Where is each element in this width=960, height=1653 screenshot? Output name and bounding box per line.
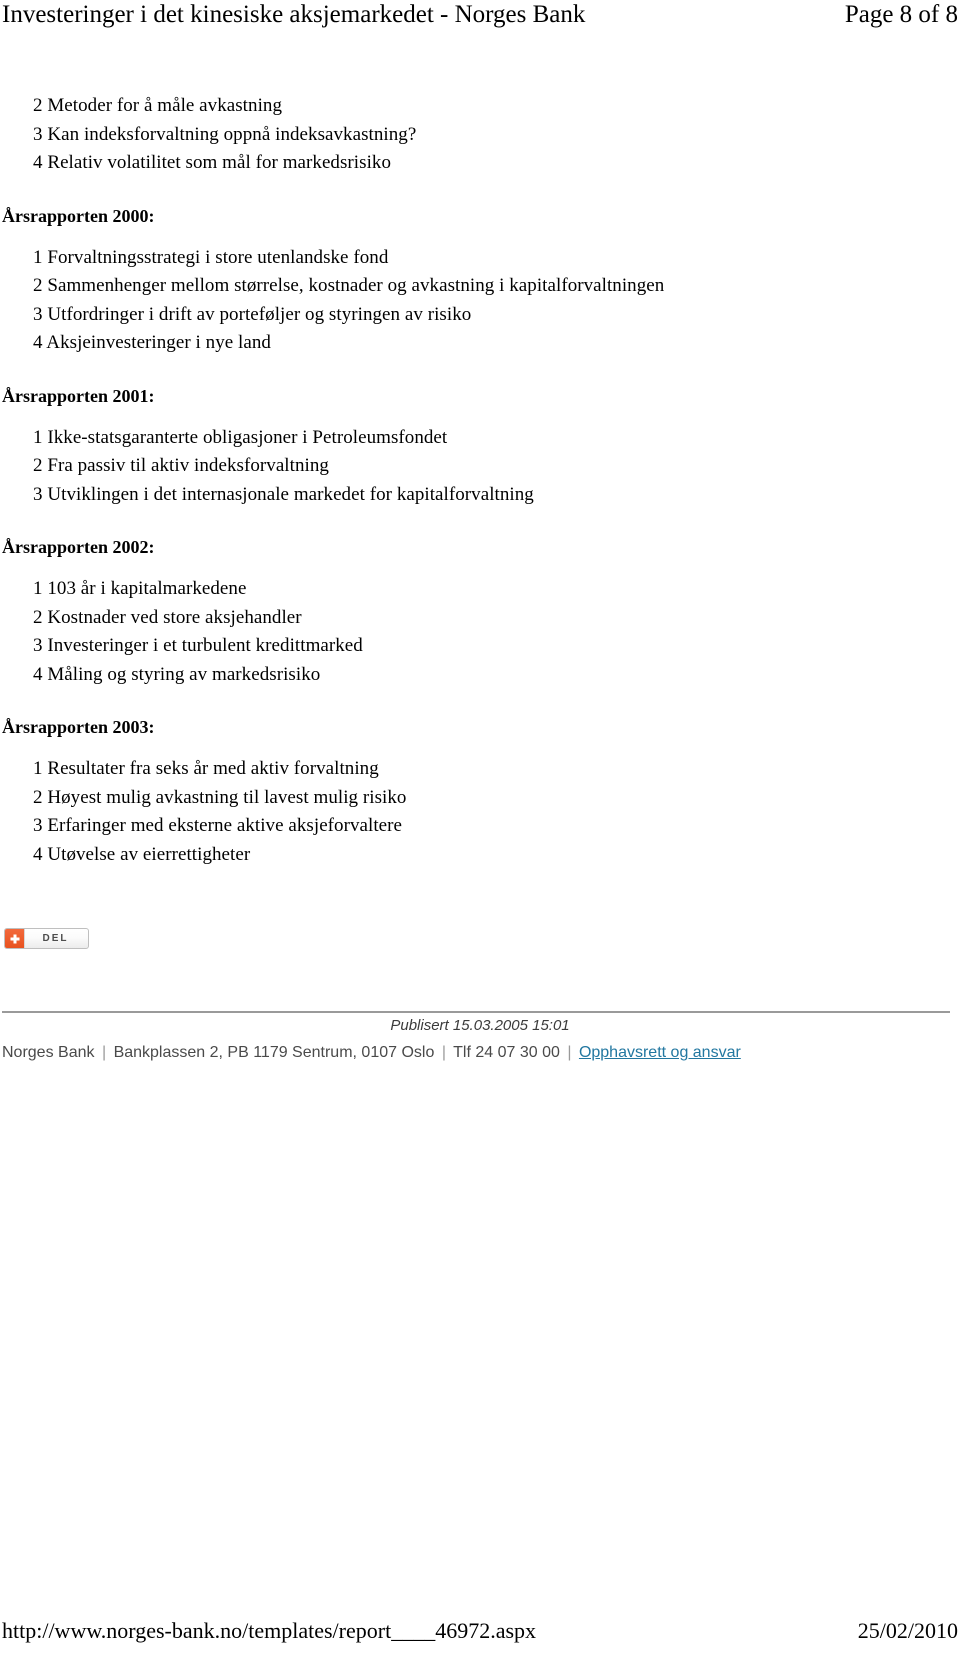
list-item[interactable]: 3 Erfaringer med eksterne aktive aksjefo…: [0, 812, 960, 841]
list-item[interactable]: 4 Utøvelse av eierrettigheter: [0, 841, 960, 870]
section-list-2003: 1 Resultater fra seks år med aktiv forva…: [0, 755, 960, 869]
list-item[interactable]: 2 Sammenhenger mellom størrelse, kostnad…: [0, 272, 960, 301]
plus-icon: [5, 929, 25, 948]
leading-toc-list: 2 Metoder for å måle avkastning 3 Kan in…: [0, 92, 960, 178]
footer-separator: |: [441, 1044, 446, 1061]
print-footer: http://www.norges-bank.no/templates/repo…: [0, 1617, 960, 1645]
share-button[interactable]: DEL: [4, 928, 89, 949]
print-header-page-indicator: Page 8 of 8: [844, 1, 958, 28]
document-content: 2 Metoder for å måle avkastning 3 Kan in…: [0, 92, 960, 869]
section-heading-2002: Årsrapporten 2002:: [2, 537, 155, 557]
section-list-2002: 1 103 år i kapitalmarkedene 2 Kostnader …: [0, 575, 960, 689]
footer-separator: |: [567, 1044, 572, 1061]
published-timestamp: Publisert 15.03.2005 15:01: [390, 1017, 570, 1034]
list-item[interactable]: 4 Relativ volatilitet som mål for marked…: [0, 149, 960, 178]
list-item[interactable]: 2 Metoder for å måle avkastning: [0, 92, 960, 121]
print-header: Investeringer i det kinesiske aksjemarke…: [0, 0, 960, 34]
section-list-2001: 1 Ikke-statsgaranterte obligasjoner i Pe…: [0, 424, 960, 510]
list-item[interactable]: 3 Utviklingen i det internasjonale marke…: [0, 481, 960, 510]
footer-address-text: Bankplassen 2, PB 1179 Sentrum, 0107 Osl…: [113, 1044, 435, 1061]
list-item[interactable]: 1 103 år i kapitalmarkedene: [0, 575, 960, 604]
list-item[interactable]: 1 Resultater fra seks år med aktiv forva…: [0, 755, 960, 784]
list-item[interactable]: 4 Aksjeinvesteringer i nye land: [0, 329, 960, 358]
list-item[interactable]: 1 Forvaltningsstrategi i store utenlands…: [0, 244, 960, 273]
footer-phone: Tlf 24 07 30 00: [453, 1044, 560, 1061]
list-item[interactable]: 2 Høyest mulig avkastning til lavest mul…: [0, 784, 960, 813]
footer-info: Norges Bank | Bankplassen 2, PB 1179 Sen…: [2, 1042, 741, 1064]
print-footer-url: http://www.norges-bank.no/templates/repo…: [2, 1618, 537, 1643]
section-heading-2000: Årsrapporten 2000:: [2, 205, 155, 226]
section-list-2000: 1 Forvaltningsstrategi i store utenlands…: [0, 244, 960, 358]
footer-divider: [2, 1011, 950, 1013]
section-heading-2001: Årsrapporten 2001:: [2, 385, 155, 406]
list-item[interactable]: 2 Fra passiv til aktiv indeksforvaltning: [0, 452, 960, 481]
list-item[interactable]: 3 Utfordringer i drift av porteføljer og…: [0, 301, 960, 330]
list-item[interactable]: 2 Kostnader ved store aksjehandler: [0, 604, 960, 633]
footer-separator: |: [101, 1044, 107, 1061]
footer-org: Norges Bank: [2, 1044, 95, 1061]
list-item[interactable]: 3 Kan indeksforvaltning oppnå indeksavka…: [0, 121, 960, 150]
print-footer-date: 25/02/2010: [857, 1618, 958, 1643]
copyright-link[interactable]: Opphavsrett og ansvar: [579, 1044, 741, 1061]
section-heading-2003: Årsrapporten 2003:: [2, 717, 155, 737]
share-button-label: DEL: [42, 933, 69, 944]
print-header-title: Investeringer i det kinesiske aksjemarke…: [2, 1, 586, 28]
list-item[interactable]: 1 Ikke-statsgaranterte obligasjoner i Pe…: [0, 424, 960, 453]
list-item[interactable]: 3 Investeringer i et turbulent kredittma…: [0, 632, 960, 661]
list-item[interactable]: 4 Måling og styring av markedsrisiko: [0, 661, 960, 690]
